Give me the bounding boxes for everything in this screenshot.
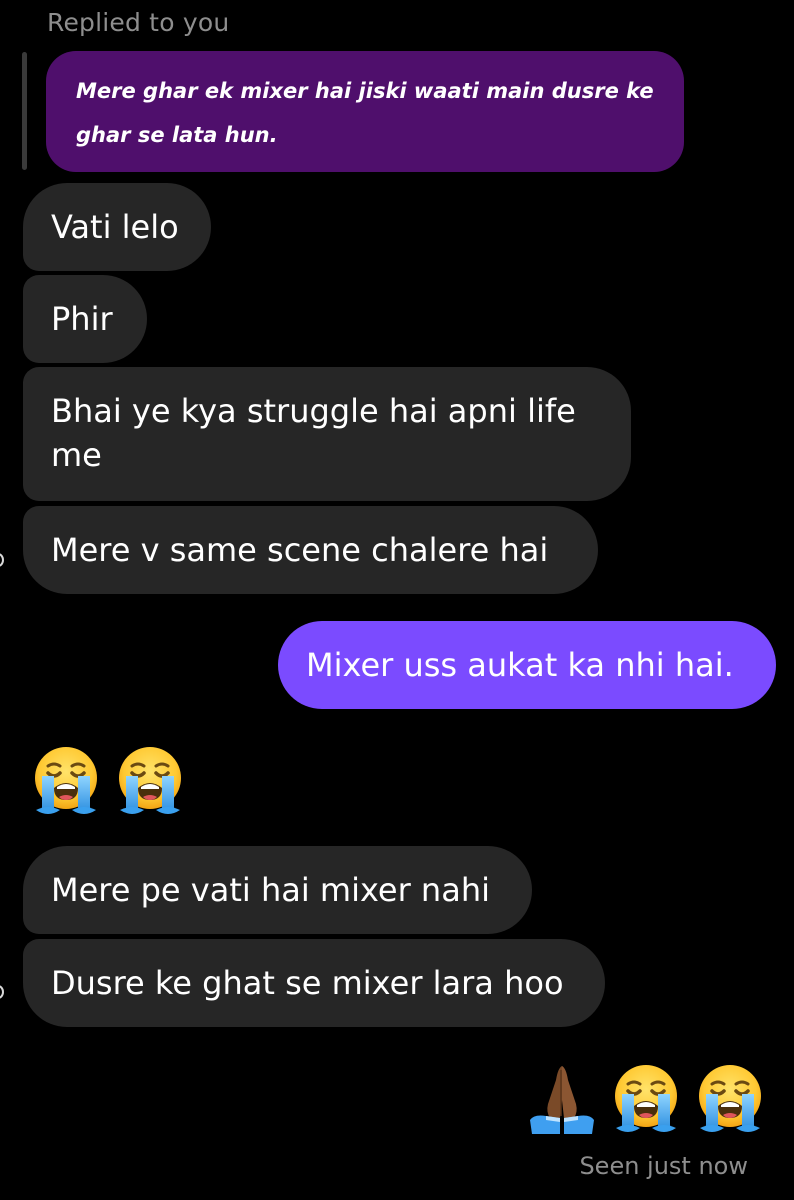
loudly-crying-face-icon [28, 742, 104, 818]
received-message-bubble[interactable]: Phir [23, 275, 147, 363]
received-message-bubble[interactable]: Mere pe vati hai mixer nahi [23, 846, 532, 934]
reply-indicator-bar [22, 52, 27, 170]
received-message-bubble[interactable]: Vati lelo [23, 183, 211, 271]
received-message-bubble[interactable]: Mere v same scene chalere hai [23, 506, 598, 594]
replied-to-you-label: Replied to you [47, 8, 230, 37]
received-message-bubble[interactable]: Dusre ke ghat se mixer lara hoo [23, 939, 605, 1027]
loudly-crying-face-icon [692, 1060, 768, 1136]
message-text: Phir [51, 300, 113, 338]
loudly-crying-face-icon [112, 742, 188, 818]
quoted-message-text: Mere ghar ek mixer hai jiski waati main … [76, 79, 654, 147]
seen-status: Seen just now [579, 1152, 748, 1180]
message-text: Bhai ye kya struggle hai apni life me [51, 392, 576, 474]
sender-avatar[interactable] [0, 553, 4, 567]
message-text: Mere v same scene chalere hai [51, 531, 549, 569]
message-text: Dusre ke ghat se mixer lara hoo [51, 964, 564, 1002]
sent-emoji-message[interactable] [524, 1060, 768, 1136]
received-message-bubble[interactable]: Bhai ye kya struggle hai apni life me [23, 367, 631, 501]
received-emoji-message[interactable] [28, 742, 188, 818]
message-text: Mixer uss aukat ka nhi hai. [306, 646, 734, 684]
message-text: Vati lelo [51, 208, 179, 246]
sent-message-bubble[interactable]: Mixer uss aukat ka nhi hai. [278, 621, 776, 709]
sender-avatar[interactable] [0, 985, 4, 999]
message-text: Mere pe vati hai mixer nahi [51, 871, 490, 909]
quoted-message-bubble[interactable]: Mere ghar ek mixer hai jiski waati main … [46, 51, 684, 172]
folded-hands-icon [524, 1060, 600, 1136]
loudly-crying-face-icon [608, 1060, 684, 1136]
